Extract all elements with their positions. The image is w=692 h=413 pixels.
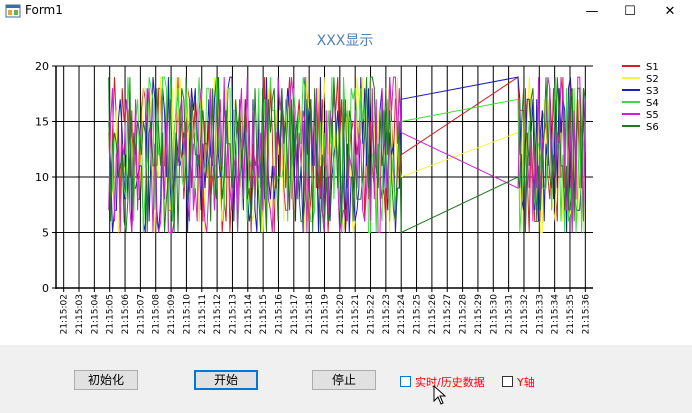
x-tick-label: 21:15:24: [397, 294, 407, 335]
close-icon: ✕: [664, 3, 676, 19]
x-tick-label: 21:15:31: [505, 294, 515, 334]
x-tick-label: 21:15:32: [520, 294, 530, 334]
x-tick-label: 21:15:28: [459, 294, 469, 335]
control-panel: 初始化 开始 停止 实时/历史数据 Y轴: [0, 345, 692, 413]
x-tick-label: 21:15:13: [228, 294, 238, 334]
y-axis-checkbox[interactable]: [502, 376, 513, 387]
app-icon: [5, 4, 21, 18]
x-tick-label: 21:15:12: [213, 294, 223, 334]
line-chart: XXX显示 0 5 10 15 20 21:15:02 21:15:03 21:15:04 21…: [35, 33, 659, 335]
chart-title: XXX显示: [317, 33, 374, 49]
chart-series: [108, 76, 586, 234]
legend-label-s2: S2: [646, 74, 659, 85]
window-title: Form1: [25, 3, 63, 17]
x-tick-label: 21:15:07: [136, 294, 146, 334]
x-tick-label: 21:15:26: [428, 294, 438, 335]
chart-legend: S1S2S3S4S5S6: [622, 62, 659, 133]
y-tick-label: 15: [35, 116, 49, 129]
maximize-button[interactable]: ☐: [610, 0, 650, 22]
close-button[interactable]: ✕: [650, 0, 690, 22]
x-tick-label: 21:15:14: [244, 294, 254, 335]
x-tick-label: 21:15:19: [321, 294, 331, 335]
x-tick-label: 21:15:33: [535, 294, 545, 334]
x-tick-label: 21:15:02: [60, 294, 70, 334]
x-tick-label: 21:15:27: [443, 294, 453, 334]
x-tick-label: 21:15:18: [305, 294, 315, 335]
x-tick-label: 21:15:21: [351, 294, 361, 334]
chart-area: XXX显示 0 5 10 15 20 21:15:02 21:15:03 21:15:04 21…: [0, 22, 692, 345]
x-tick-label: 21:15:25: [413, 294, 423, 334]
realtime-history-checkbox[interactable]: [400, 376, 411, 387]
x-tick-label: 21:15:23: [382, 294, 392, 334]
x-tick-label: 21:15:04: [90, 294, 100, 335]
legend-label-s4: S4: [646, 98, 659, 109]
x-tick-label: 21:15:10: [182, 294, 192, 335]
init-button[interactable]: 初始化: [74, 370, 138, 390]
x-tick-label: 21:15:22: [367, 294, 377, 334]
x-tick-label: 21:15:36: [581, 294, 591, 335]
y-tick-label: 10: [35, 171, 49, 184]
y-tick-label: 5: [42, 227, 49, 240]
legend-label-s3: S3: [646, 86, 659, 97]
x-tick-label: 21:15:29: [474, 294, 484, 335]
mouse-cursor-icon: [433, 385, 447, 405]
y-axis-label[interactable]: Y轴: [517, 374, 535, 390]
x-tick-label: 21:15:08: [152, 294, 162, 335]
x-tick-label: 21:15:15: [259, 294, 269, 334]
x-tick-label: 21:15:34: [551, 294, 561, 335]
realtime-history-label[interactable]: 实时/历史数据: [415, 374, 485, 390]
title-bar: Form1 — ☐ ✕: [0, 0, 692, 22]
x-tick-label: 21:15:11: [198, 294, 208, 334]
x-tick-label: 21:15:20: [336, 294, 346, 335]
x-tick-label: 21:15:30: [489, 294, 499, 335]
minimize-button[interactable]: —: [572, 0, 612, 22]
y-tick-label: 20: [35, 60, 49, 73]
x-tick-label: 21:15:09: [167, 294, 177, 335]
maximize-icon: ☐: [624, 3, 636, 19]
legend-label-s6: S6: [646, 122, 659, 133]
x-tick-label: 21:15:03: [75, 294, 85, 334]
legend-label-s5: S5: [646, 110, 659, 121]
x-tick-label: 21:15:17: [290, 294, 300, 334]
x-tick-label: 21:15:05: [106, 294, 116, 334]
y-tick-label: 0: [42, 282, 49, 295]
minimize-icon: —: [585, 3, 599, 19]
x-tick-label: 21:15:35: [566, 294, 576, 334]
stop-button[interactable]: 停止: [312, 370, 376, 390]
x-tick-label: 21:15:16: [274, 294, 284, 335]
x-tick-label: 21:15:06: [121, 294, 131, 335]
legend-label-s1: S1: [646, 62, 659, 73]
start-button[interactable]: 开始: [194, 370, 258, 390]
